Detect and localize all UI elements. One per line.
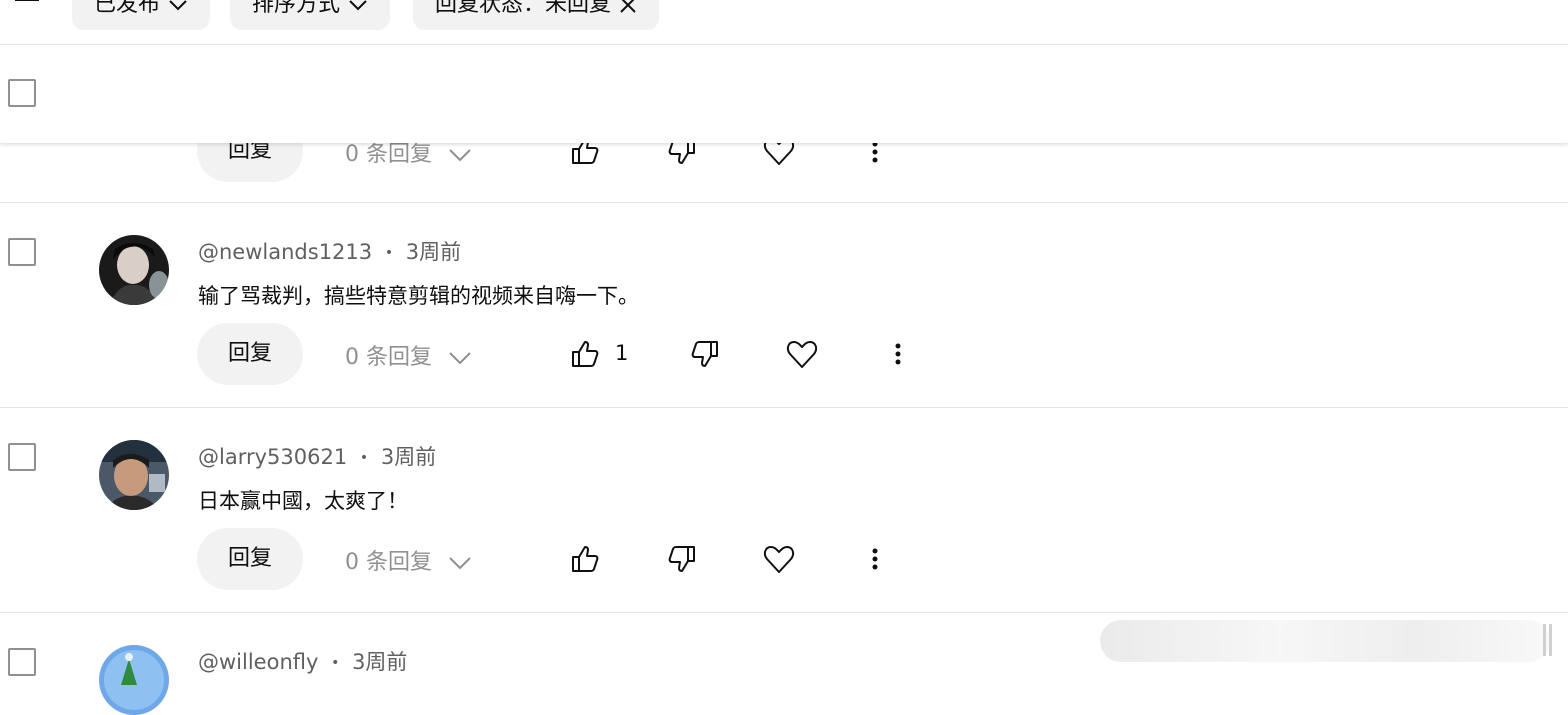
reply-count-label: 0 条回复 <box>345 345 432 370</box>
comment-time[interactable]: 3周前 <box>352 650 407 674</box>
chevron-down-icon <box>449 557 471 570</box>
thumbs-down-icon[interactable] <box>667 544 697 574</box>
reply-count-toggle[interactable]: 0 条回复 <box>345 339 472 371</box>
more-options-icon[interactable] <box>894 342 902 366</box>
avatar[interactable] <box>99 645 169 715</box>
select-all-checkbox[interactable] <box>8 79 36 107</box>
like-count: 1 <box>615 341 629 365</box>
scrollbar-grip[interactable] <box>1543 624 1546 656</box>
avatar[interactable] <box>99 440 169 510</box>
filter-chip-published[interactable]: 已发布 <box>72 0 211 30</box>
chevron-down-icon <box>349 0 367 11</box>
avatar[interactable] <box>99 235 169 305</box>
thumbs-up-icon[interactable] <box>570 544 600 574</box>
filter-icon[interactable] <box>9 0 39 16</box>
chevron-down-icon <box>169 0 187 11</box>
author-name[interactable]: @larry530621 <box>198 445 347 469</box>
comment-text: 日本赢中國，太爽了！ <box>198 489 408 513</box>
chevron-down-icon <box>449 149 471 162</box>
comment-time[interactable]: 3周前 <box>406 240 461 264</box>
filter-bar: 已发布 排序方式 回复状态：未回复 <box>0 0 1568 45</box>
row-divider <box>0 612 1568 613</box>
reply-count-toggle[interactable]: 0 条回复 <box>345 544 472 576</box>
filter-chip-reply-status[interactable]: 回复状态：未回复 <box>413 0 660 30</box>
comment-meta: @willeonfly • 3周前 <box>198 646 407 676</box>
chip-label: 排序方式 <box>252 0 341 17</box>
reply-button[interactable]: 回复 <box>197 323 303 385</box>
chevron-down-icon <box>449 352 471 365</box>
reply-count-label: 0 条回复 <box>345 550 432 575</box>
meta-separator: • <box>384 245 394 261</box>
filter-chip-sort[interactable]: 排序方式 <box>230 0 391 30</box>
horizontal-scrollbar[interactable] <box>1100 620 1550 662</box>
comment-checkbox[interactable] <box>8 238 36 266</box>
row-divider <box>0 407 1568 408</box>
more-options-icon[interactable] <box>871 140 879 164</box>
meta-separator: • <box>359 450 369 466</box>
scrollbar-grip[interactable] <box>1549 624 1552 656</box>
comment-text: 输了骂裁判，搞些特意剪辑的视频来自嗨一下。 <box>198 284 639 308</box>
close-icon[interactable] <box>619 0 637 14</box>
thumbs-up-icon[interactable] <box>570 339 600 369</box>
more-options-icon[interactable] <box>871 547 879 571</box>
author-name[interactable]: @newlands1213 <box>198 240 372 264</box>
author-name[interactable]: @willeonfly <box>198 650 318 674</box>
comment-checkbox[interactable] <box>8 443 36 471</box>
heart-icon[interactable] <box>786 339 818 369</box>
comment-checkbox[interactable] <box>8 648 36 676</box>
row-divider <box>0 202 1568 203</box>
heart-icon[interactable] <box>763 544 795 574</box>
reply-count-label: 0 条回复 <box>345 142 432 167</box>
chip-label: 回复状态：未回复 <box>435 0 612 17</box>
comment-meta: @newlands1213 • 3周前 <box>198 236 461 266</box>
comment-meta: @larry530621 • 3周前 <box>198 441 436 471</box>
reply-button[interactable]: 回复 <box>197 528 303 590</box>
comment-time[interactable]: 3周前 <box>381 445 436 469</box>
meta-separator: • <box>331 655 340 671</box>
select-all-row <box>0 45 1568 143</box>
thumbs-down-icon[interactable] <box>690 339 720 369</box>
chip-label: 已发布 <box>94 0 161 17</box>
